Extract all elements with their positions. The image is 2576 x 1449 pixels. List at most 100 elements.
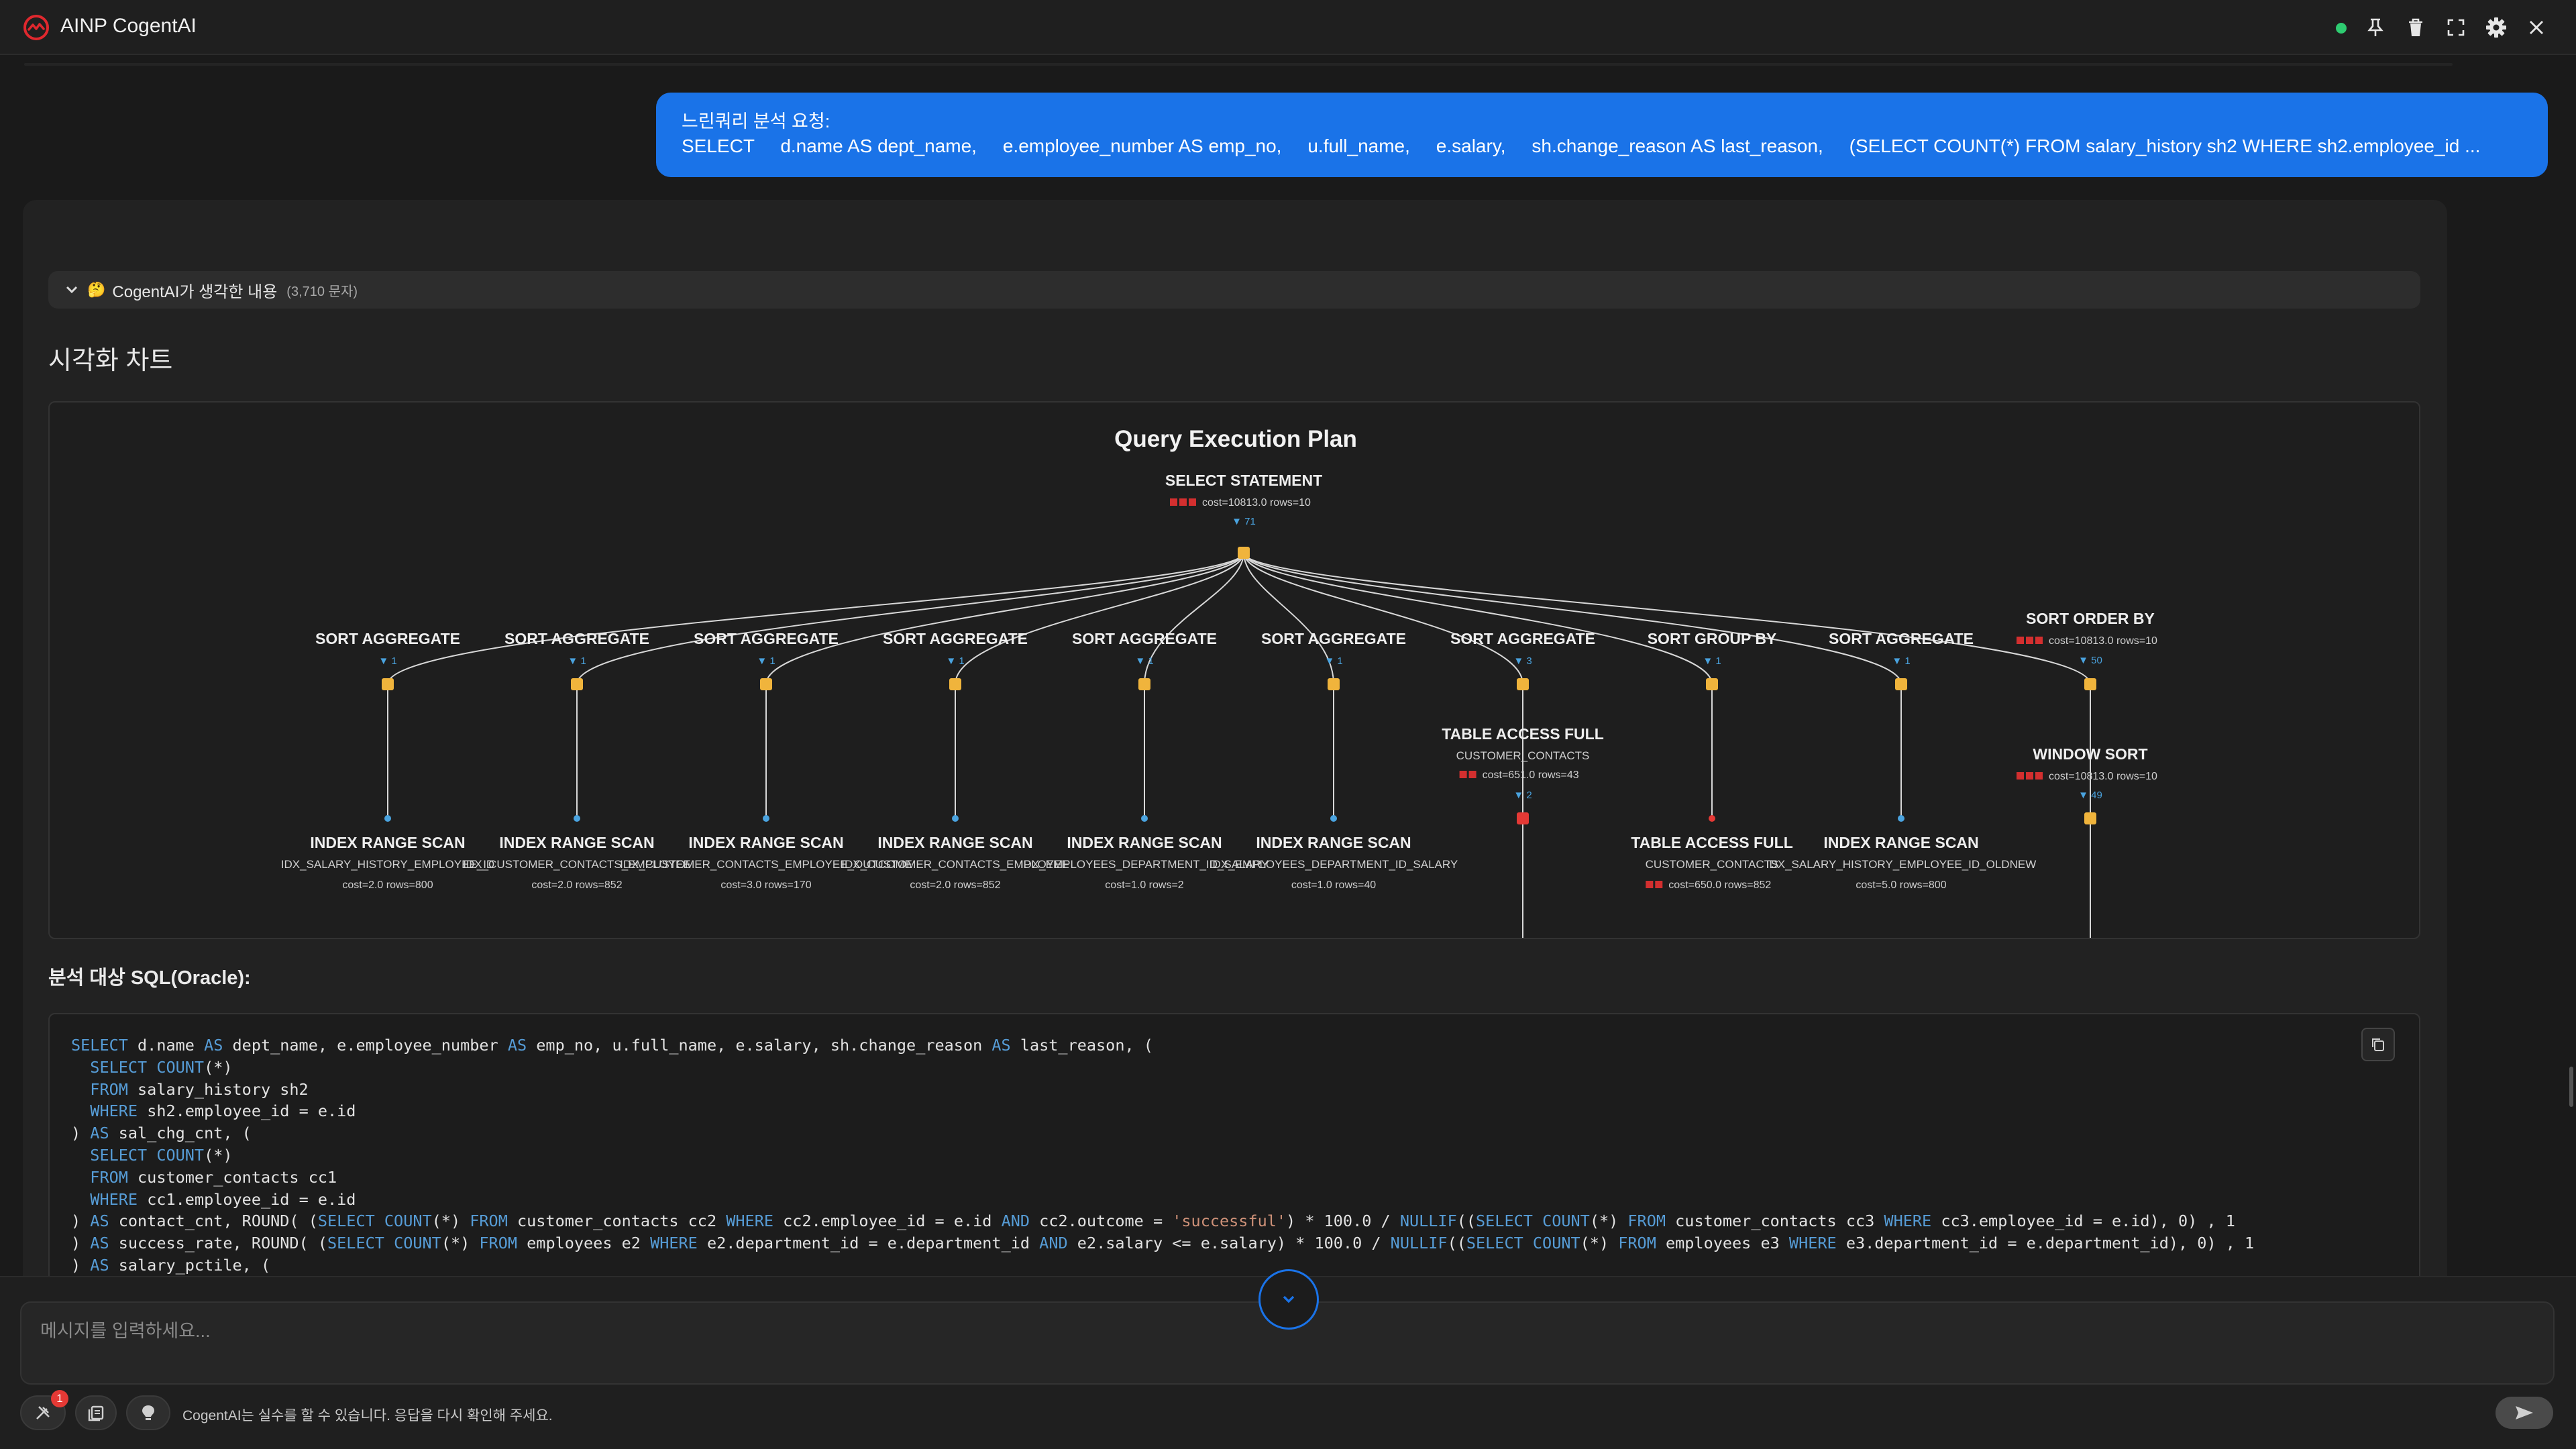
plan-node-label: SORT AGGREGATE [1829,630,1974,647]
plan-node-label: SORT ORDER BY [2026,610,2155,627]
plan-leaf-node [763,815,769,822]
plan-node-object: CUSTOMER_CONTACTS [1456,749,1590,762]
fullscreen-icon [2447,19,2465,36]
plan-node-label: SORT AGGREGATE [504,630,649,647]
chat-scroll-area[interactable]: 느린쿼리 분석 요청: SELECT d.name AS dept_name, … [0,55,2576,1276]
plan-node-stats-cost-mark [1189,498,1196,506]
plan-node-count: ▼ 50 [2078,655,2102,666]
plan-node-count: ▼ 71 [1232,516,1256,527]
section-title: 시각화 차트 [48,347,173,375]
plan-edge [765,552,1244,685]
plan-node-stats-cost-mark [2017,637,2024,644]
sql-label: 분석 대상 SQL(Oracle): [48,967,251,989]
plan-node-stats: cost=10813.0 rows=10 [2049,635,2157,647]
lightbulb-icon [142,1405,154,1420]
plan-node-label: INDEX RANGE SCAN [310,834,465,851]
app-title: AINP CogentAI [60,15,197,37]
plan-leaf-node [1898,815,1904,822]
plan-node-stats-cost-mark [1170,498,1177,506]
user-message-title: 느린쿼리 분석 요청: [682,111,830,131]
plan-node-count: ▼ 1 [568,655,586,667]
plan-node [1328,678,1340,690]
tools-button[interactable]: 1 [20,1390,68,1430]
plan-node-count: ▼ 1 [1892,655,1910,667]
plan-node [760,678,772,690]
send-button[interactable] [2496,1397,2553,1429]
thinking-toggle[interactable]: 🤔 CogentAI가 생각한 내용 (3,710 문자) [48,271,2420,309]
user-message-sql: SELECT d.name AS dept_name, e.employee_n… [682,136,2481,156]
plan-node-stats: cost=10813.0 rows=10 [1202,497,1311,508]
trash-icon [2409,18,2422,36]
plan-leaf-node [1330,815,1337,822]
plan-node-count: ▼ 2 [1513,790,1532,801]
plan-node-label: WINDOW SORT [2033,745,2147,763]
plan-node-label: INDEX RANGE SCAN [499,834,654,851]
plan-edge [387,552,1244,685]
connection-status-indicator [2336,23,2347,34]
plan-node-count: ▼ 1 [378,655,396,667]
plan-node-stats: cost=2.0 rows=852 [531,879,622,891]
app-logo-icon [23,15,49,40]
plan-node-stats-cost-mark [1459,771,1467,778]
plan-node-stats: cost=2.0 rows=852 [910,879,1000,891]
plan-edge [1243,552,2091,685]
delete-chat-button[interactable] [2402,13,2430,42]
plan-node-label: SORT AGGREGATE [694,630,839,647]
scroll-to-bottom-button[interactable] [1258,1269,1319,1330]
chart-title: Query Execution Plan [1114,426,1357,452]
knowledge-button[interactable] [126,1395,170,1430]
plan-node-count: ▼ 1 [1135,655,1153,667]
assistant-message: 🤔 CogentAI가 생각한 내용 (3,710 문자) 시각화 차트 Que… [23,200,2447,1276]
plan-node-label: INDEX RANGE SCAN [688,834,843,851]
plan-node-label: SORT GROUP BY [1648,630,1777,647]
plan-node [2084,678,2096,690]
plan-leaf-node [1709,815,1715,822]
thinking-emoji: 🤔 [87,281,106,298]
plan-node-stats-cost-mark [2035,772,2043,780]
plan-node-stats-cost-mark [2026,637,2033,644]
plan-node-stats: cost=651.0 rows=43 [1483,769,1579,781]
execution-plan-svg: Query Execution Plan SELECT STATEMENT cost… [281,426,2157,938]
plan-node-stats-cost-mark [1655,881,1663,888]
title-bar: AINP CogentAI [0,0,2576,55]
plan-node-count: ▼ 1 [757,655,775,667]
plan-node-label: INDEX RANGE SCAN [1256,834,1411,851]
plan-node-stats: cost=10813.0 rows=10 [2049,771,2157,782]
plan-node-stats-cost-mark [2026,772,2033,780]
documents-button[interactable] [75,1395,117,1430]
plan-node-object: IDX_EMPLOYEES_DEPARTMENT_ID_SALARY [1210,858,1458,871]
thinking-label: CogentAI가 생각한 내용 [112,282,278,301]
plan-node-label: SORT AGGREGATE [883,630,1028,647]
plan-node-count: ▼ 1 [1703,655,1721,667]
plan-node-stats-cost-mark [2017,772,2024,780]
plan-leaf-node [1141,815,1148,822]
plan-node-stats: cost=2.0 rows=800 [342,879,433,891]
plan-node [1517,812,1529,824]
plan-node-object: CUSTOMER_CONTACTS [1646,858,1779,871]
plan-node-count: ▼ 1 [946,655,964,667]
plan-node-stats-cost-mark [1468,771,1477,778]
documents-icon [88,1405,104,1421]
sql-code-block: SELECT d.name AS dept_name, e.employee_n… [48,1013,2420,1276]
sql-code: SELECT d.name AS dept_name, e.employee_n… [71,1036,2255,1275]
gear-icon [2486,17,2506,38]
plan-node-stats-cost-mark [1179,498,1187,506]
close-button[interactable] [2522,13,2551,42]
plan-node [949,678,961,690]
plan-node-stats-cost-mark [2035,637,2043,644]
pin-button[interactable] [2361,13,2390,42]
plan-node [1238,547,1250,559]
plan-node-label: SORT AGGREGATE [315,630,460,647]
copy-code-button[interactable] [2361,1028,2395,1061]
scrollbar-thumb[interactable] [2569,1067,2573,1107]
plan-node-count: ▼ 49 [2078,790,2102,801]
fullscreen-button[interactable] [2442,13,2470,42]
plan-node-label: SORT AGGREGATE [1072,630,1217,647]
plan-node-label: INDEX RANGE SCAN [877,834,1032,851]
plan-node-label: TABLE ACCESS FULL [1442,725,1604,743]
chevron-down-icon [1283,1295,1295,1303]
plan-leaf-node [574,815,580,822]
plan-node-label: INDEX RANGE SCAN [1067,834,1222,851]
settings-button[interactable] [2482,13,2510,42]
disclaimer-text: CogentAI는 실수를 할 수 있습니다. 응답을 다시 확인해 주세요. [182,1408,553,1424]
